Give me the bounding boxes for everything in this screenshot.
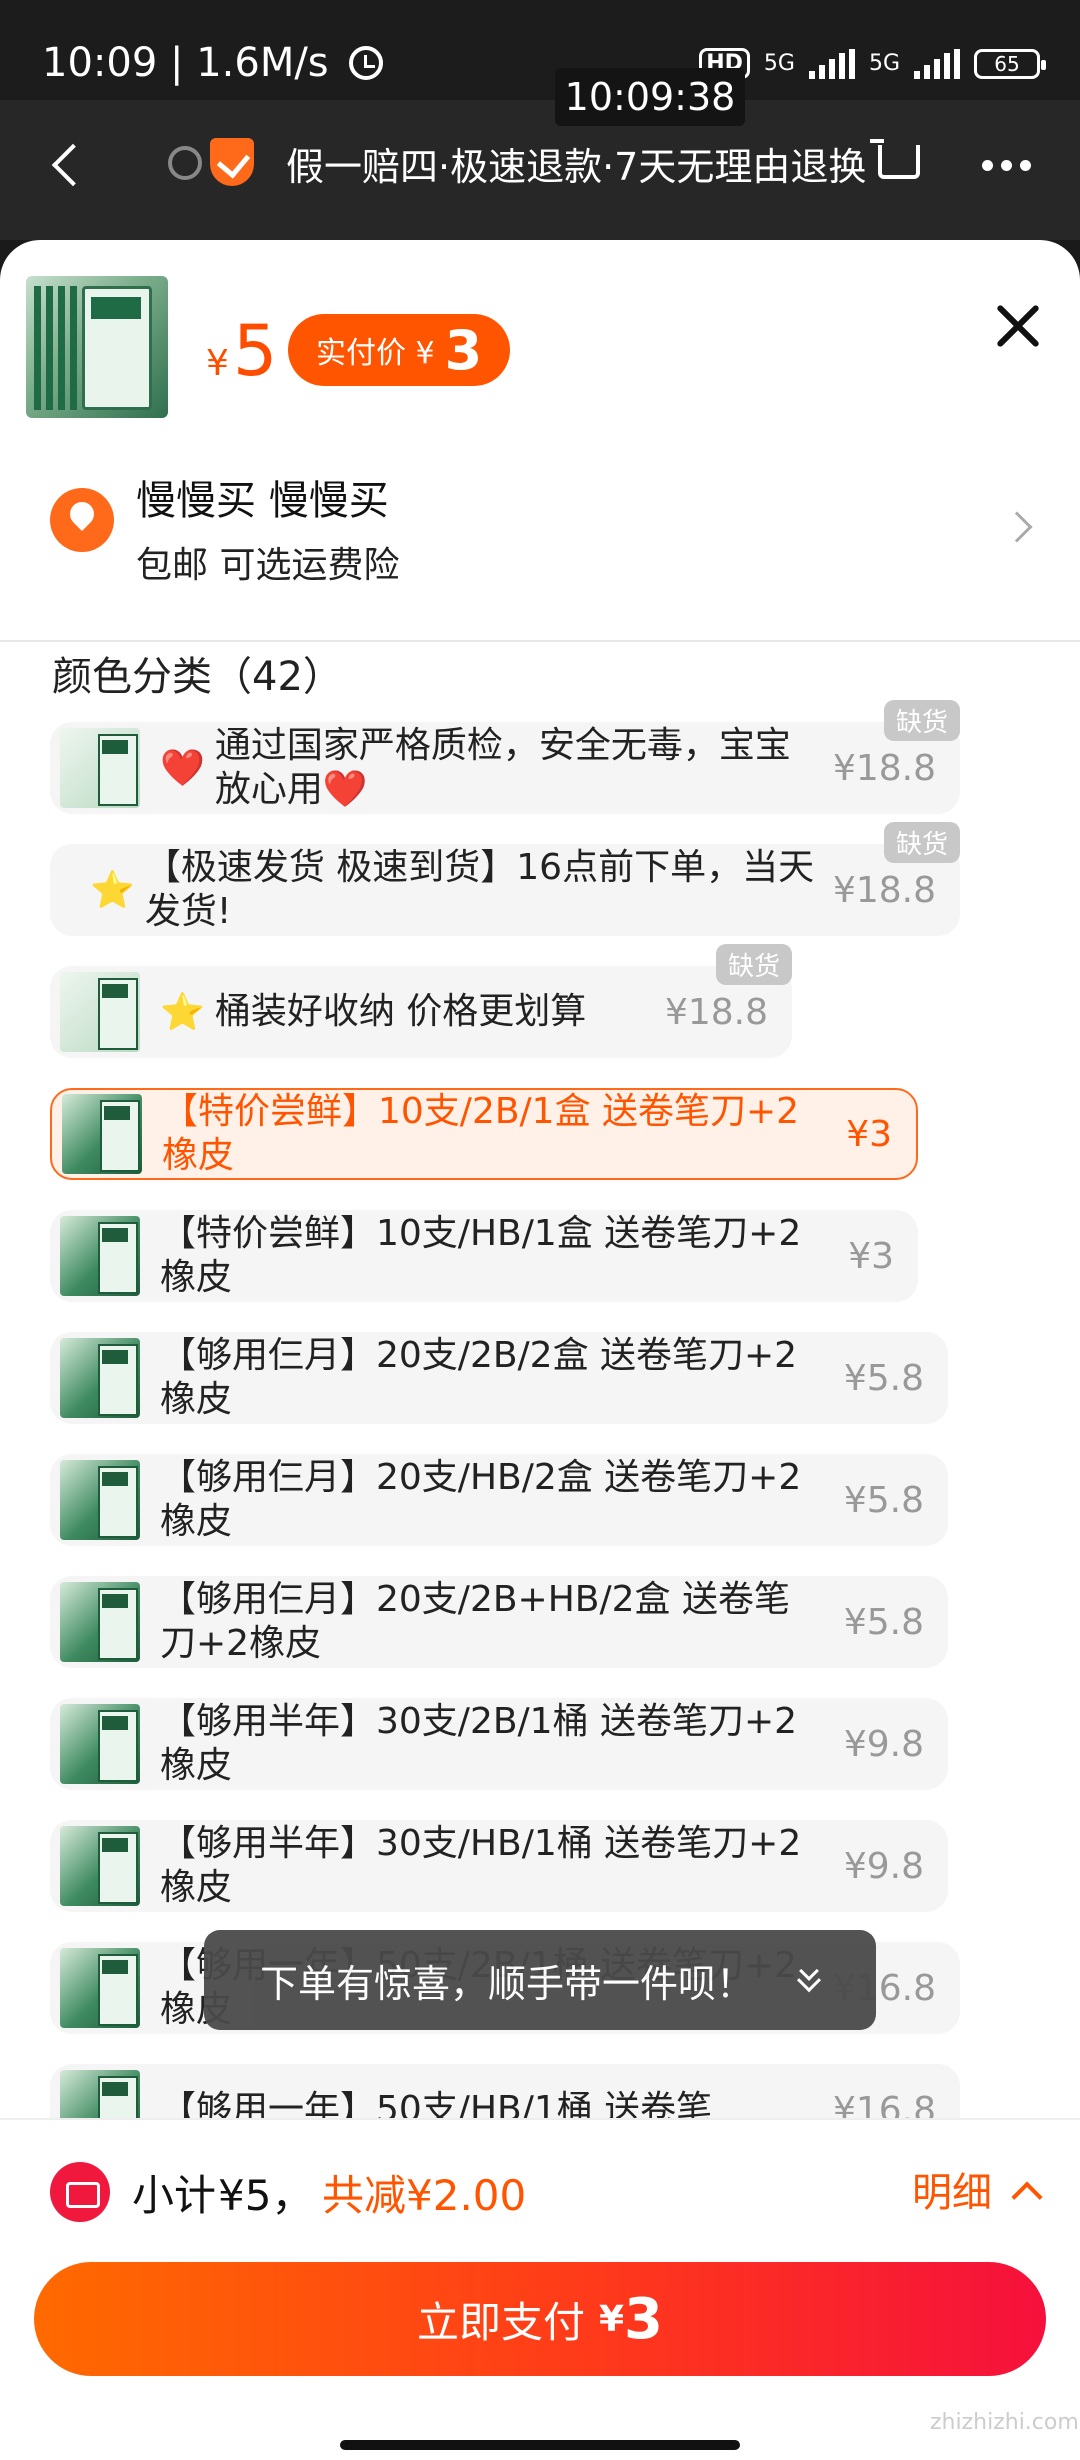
paid-price-label: 实付价 ¥ [316, 336, 435, 371]
option-price: ¥18.8 [832, 869, 936, 911]
option-price: ¥9.8 [843, 1845, 924, 1887]
signal-icon [808, 48, 855, 79]
option-thumbnail [60, 1948, 140, 2028]
option-thumbnail [60, 972, 140, 1052]
subtotal-label: 小计 [132, 2171, 217, 2220]
promo-toast-text: 下单有惊喜，顺手带一件呗！ [260, 1961, 755, 2006]
coupon-icon [50, 2162, 110, 2222]
price-symbol: ¥ [206, 343, 229, 384]
pay-now-label: 立即支付 [416, 2297, 585, 2347]
option-thumbnail [60, 1582, 140, 1662]
option-thumbnail [60, 1338, 140, 1418]
screenshot-time-overlay: 10:09:38 [555, 68, 745, 126]
double-chevron-down-icon [799, 1961, 819, 1981]
option-label: 【特价尝鲜】10支/HB/1盒 送卷笔刀+2橡皮 [160, 1213, 802, 1298]
pay-symbol: ¥ [598, 2298, 625, 2340]
guarantee-banner: 假一赔四·极速退款·7天无理由退换 [286, 145, 867, 189]
address-row[interactable]: 慢慢买 慢慢买 包邮 可选运费险 [0, 450, 1080, 620]
signal-icon-2 [914, 48, 960, 79]
option-label: 【够用半年】30支/2B/1桶 送卷笔刀+2橡皮 [160, 1701, 798, 1786]
heart-icon: ❤️ [160, 748, 205, 789]
option-thumbnail [60, 1216, 140, 1296]
option-label: 【够用仨月】20支/2B+HB/2盒 送卷笔刀+2橡皮 [160, 1579, 790, 1664]
color-category-title: 颜色分类（42） [52, 654, 343, 700]
option-price: ¥18.8 [832, 747, 936, 789]
option-thumbnail [60, 728, 140, 808]
option-item[interactable]: 【够用半年】30支/HB/1桶 送卷笔刀+2橡皮 ¥9.8 [50, 1820, 948, 1912]
status-bar: 10:09 | 1.6M/s HD 5G 5G 65 [0, 0, 1080, 100]
location-icon [50, 488, 114, 552]
option-label: 【够用仨月】20支/HB/2盒 送卷笔刀+2橡皮 [160, 1457, 802, 1542]
promo-toast[interactable]: 下单有惊喜，顺手带一件呗！ [204, 1930, 876, 2030]
out-of-stock-badge: 缺货 [715, 944, 792, 985]
cart-icon[interactable] [870, 139, 920, 179]
option-price: ¥3 [846, 1113, 892, 1155]
subtotal-value: ¥5， [218, 2171, 314, 2220]
option-price: ¥9.8 [843, 1723, 924, 1765]
price-value: 5 [232, 310, 278, 392]
option-price: ¥3 [848, 1235, 894, 1277]
status-left: 10:09 | 1.6M/s [42, 40, 384, 86]
network-type-1: 5G [763, 51, 795, 76]
star-icon: ⭐ [90, 870, 135, 911]
option-item[interactable]: 【够用仨月】20支/2B+HB/2盒 送卷笔刀+2橡皮 ¥5.8 [50, 1576, 948, 1668]
detail-link[interactable]: 明细 [912, 2160, 992, 2218]
search-icon[interactable] [168, 146, 202, 180]
option-price: ¥18.8 [664, 991, 768, 1033]
divider [0, 640, 1080, 642]
out-of-stock-badge: 缺货 [883, 822, 960, 863]
option-item-selected[interactable]: 【特价尝鲜】10支/2B/1盒 送卷笔刀+2橡皮 ¥3 [50, 1088, 918, 1180]
option-label: 【极速发货 极速到货】16点前下单，当天发货! [144, 847, 815, 932]
status-right: HD 5G 5G 65 [699, 48, 1046, 79]
discount-total: 共减¥2.00 [322, 2171, 527, 2220]
option-thumbnail [60, 1826, 140, 1906]
pay-amount: 3 [624, 2286, 664, 2352]
option-item[interactable]: 【特价尝鲜】10支/HB/1盒 送卷笔刀+2橡皮 ¥3 [50, 1210, 918, 1302]
chevron-right-icon [1001, 511, 1033, 543]
battery-icon: 65 [974, 48, 1046, 79]
network-type-2: 5G [868, 51, 900, 76]
paid-price-value: 3 [444, 318, 483, 382]
paid-price-badge: 实付价 ¥ 3 [288, 314, 511, 386]
option-item[interactable]: ⭐ 【极速发货 极速到货】16点前下单，当天发货! ¥18.8 缺货 [50, 822, 960, 936]
option-thumbnail [62, 1094, 142, 1174]
product-thumbnail[interactable] [26, 276, 168, 418]
status-sep: | [170, 40, 197, 86]
option-item[interactable]: ❤️ 通过国家严格质检，安全无毒，宝宝放心用❤️ ¥18.8 缺货 [50, 700, 960, 814]
option-item[interactable]: 【够用仨月】20支/HB/2盒 送卷笔刀+2橡皮 ¥5.8 [50, 1454, 948, 1546]
pay-now-button[interactable]: 立即支付 ¥ 3 [34, 2262, 1046, 2376]
chevron-up-icon[interactable] [1011, 2181, 1043, 2213]
option-label: 【够用仨月】20支/2B/2盒 送卷笔刀+2橡皮 [160, 1335, 798, 1420]
option-label: 【够用半年】30支/HB/1桶 送卷笔刀+2橡皮 [160, 1823, 802, 1908]
product-price: ¥5 [206, 310, 277, 392]
option-price: ¥5.8 [843, 1601, 924, 1643]
star-icon: ⭐ [160, 992, 205, 1033]
alarm-icon [349, 46, 384, 80]
shield-check-icon [210, 138, 254, 186]
close-icon[interactable] [994, 302, 1042, 350]
option-thumbnail [60, 1460, 140, 1540]
option-price: ¥5.8 [843, 1479, 924, 1521]
subtotal: 小计¥5， [132, 2162, 313, 2223]
watermark: zhizhizhi.com [930, 2410, 1079, 2435]
out-of-stock-badge: 缺货 [883, 700, 960, 741]
checkout-bar: 小计¥5， 共减¥2.00 明细 立即支付 ¥ 3 zhizhizhi.com [0, 2118, 1080, 2460]
option-label: 桶装好收纳 价格更划算 [214, 991, 587, 1032]
option-price: ¥5.8 [843, 1357, 924, 1399]
battery-level: 65 [994, 51, 1020, 76]
status-time: 10:09 [42, 40, 158, 86]
option-thumbnail [60, 1704, 140, 1784]
shipping-info: 包邮 可选运费险 [136, 545, 400, 586]
home-indicator[interactable] [340, 2440, 740, 2450]
option-label: 【特价尝鲜】10支/2B/1盒 送卷笔刀+2橡皮 [162, 1091, 800, 1176]
option-item[interactable]: 【够用仨月】20支/2B/2盒 送卷笔刀+2橡皮 ¥5.8 [50, 1332, 948, 1424]
address-name: 慢慢买 慢慢买 [136, 478, 389, 524]
option-label: 通过国家严格质检，安全无毒，宝宝放心用❤️ [214, 725, 791, 810]
option-item[interactable]: ⭐ 桶装好收纳 价格更划算 ¥18.8 缺货 [50, 944, 792, 1058]
more-icon[interactable] [982, 160, 1031, 171]
option-item[interactable]: 【够用半年】30支/2B/1桶 送卷笔刀+2橡皮 ¥9.8 [50, 1698, 948, 1790]
network-speed: 1.6M/s [196, 40, 329, 86]
